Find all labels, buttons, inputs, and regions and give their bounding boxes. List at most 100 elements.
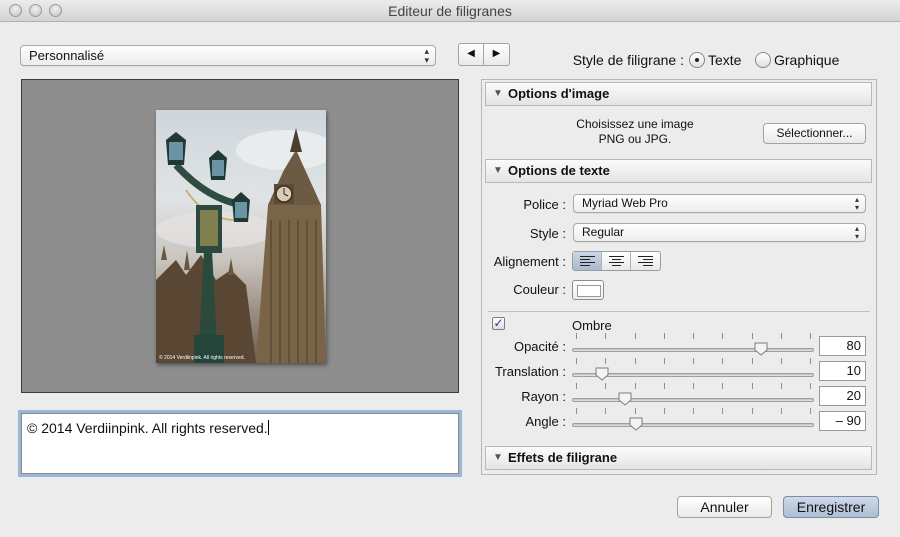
watermark-text-input[interactable]: © 2014 Verdiinpink. All rights reserved.	[21, 413, 459, 474]
style-text-label[interactable]: Texte	[708, 52, 741, 68]
slider-tick	[780, 383, 782, 389]
slider-tick	[634, 408, 636, 414]
watermark-text-value: © 2014 Verdiinpink. All rights reserved.	[27, 420, 268, 436]
watermark-effects-header[interactable]: ▼ Effets de filigrane	[485, 446, 872, 470]
text-caret	[267, 420, 269, 435]
angle-slider[interactable]	[572, 408, 814, 431]
alignment-segmented-control	[572, 251, 661, 271]
slider-thumb[interactable]	[595, 367, 609, 381]
slider-thumb[interactable]	[754, 342, 768, 356]
slider-tick	[605, 358, 607, 364]
radius-field[interactable]: 20	[819, 386, 866, 406]
arrow-left-icon: ◀	[467, 48, 475, 59]
radius-slider[interactable]	[572, 383, 814, 406]
popup-arrows-icon: ▴ ▾	[854, 224, 859, 241]
watermark-preview: © 2014 Verdiinpink. All rights reserved.	[21, 79, 459, 393]
style-popup[interactable]: Regular ▴ ▾	[573, 223, 866, 242]
select-image-button[interactable]: Sélectionner...	[763, 123, 866, 144]
align-center-button[interactable]	[602, 252, 631, 270]
image-hint-line2: PNG ou JPG.	[598, 132, 672, 146]
font-label: Police :	[523, 197, 566, 212]
text-options-title: Options de texte	[508, 163, 610, 178]
slider-tick	[576, 358, 577, 364]
radius-label: Rayon :	[521, 389, 566, 404]
slider-tick	[810, 383, 811, 389]
slider-tick	[722, 408, 724, 414]
slider-tick	[722, 333, 724, 339]
image-hint-line1: Choisissez une image	[576, 117, 694, 131]
slider-tick	[576, 408, 577, 414]
offset-field[interactable]: 10	[819, 361, 866, 381]
arrow-right-icon: ▶	[492, 48, 501, 59]
watermark-effects-title: Effets de filigrane	[508, 450, 618, 465]
opacity-field[interactable]: 80	[819, 336, 866, 356]
big-ben-photo-illustration	[156, 128, 326, 363]
checkmark-icon: ✓	[493, 316, 504, 330]
align-left-icon	[580, 256, 595, 268]
slider-tick	[751, 383, 753, 389]
preset-popup[interactable]: Personnalisé ▴ ▾	[20, 45, 436, 66]
style-text-radio[interactable]	[689, 52, 705, 68]
slider-tick	[693, 333, 694, 339]
title-bar: Editeur de filigranes	[0, 0, 900, 22]
slider-tick	[722, 383, 724, 389]
align-right-button[interactable]	[631, 252, 660, 270]
align-center-icon	[609, 256, 624, 268]
align-right-icon	[638, 256, 653, 268]
shadow-label: Ombre	[572, 318, 612, 333]
slider-tick	[810, 408, 811, 414]
style-graphic-radio[interactable]	[755, 52, 771, 68]
opacity-label: Opacité :	[513, 339, 566, 354]
slider-tick	[634, 383, 636, 389]
slider-tick	[810, 358, 811, 364]
text-options-header[interactable]: ▼ Options de texte	[485, 159, 872, 183]
previous-image-button[interactable]: ◀	[458, 43, 484, 66]
slider-tick	[663, 358, 665, 364]
style-popup-value: Regular	[582, 225, 625, 239]
image-options-title: Options d'image	[508, 86, 610, 101]
slider-tick	[605, 383, 607, 389]
slider-thumb[interactable]	[618, 392, 632, 406]
slider-tick	[634, 358, 636, 364]
next-image-button[interactable]: ▶	[484, 43, 510, 66]
slider-tick	[605, 333, 607, 339]
slider-tick	[576, 383, 577, 389]
font-popup[interactable]: Myriad Web Pro ▴ ▾	[573, 194, 866, 213]
disclosure-triangle-icon: ▼	[493, 165, 503, 176]
slider-track	[572, 398, 814, 402]
slider-tick	[780, 333, 782, 339]
slider-tick	[663, 333, 665, 339]
slider-tick	[663, 383, 665, 389]
angle-field[interactable]: – 90	[819, 411, 866, 431]
shadow-checkbox[interactable]: ✓	[492, 317, 505, 330]
save-button[interactable]: Enregistrer	[783, 496, 879, 518]
window-title: Editeur de filigranes	[388, 3, 512, 19]
style-label: Style :	[529, 226, 566, 241]
preset-popup-value: Personnalisé	[29, 48, 105, 63]
disclosure-triangle-icon: ▼	[493, 452, 503, 463]
text-color-swatch[interactable]	[572, 280, 604, 300]
align-left-button[interactable]	[573, 252, 602, 270]
watermark-editor-window: Editeur de filigranes Personnalisé ▴ ▾ ◀ …	[0, 0, 900, 537]
slider-thumb[interactable]	[629, 417, 643, 431]
slider-tick	[751, 358, 753, 364]
cancel-button[interactable]: Annuler	[677, 496, 772, 518]
preview-watermark-text: © 2014 Verdiinpink. All rights reserved.	[159, 355, 245, 361]
font-popup-value: Myriad Web Pro	[582, 196, 668, 210]
color-label: Couleur :	[513, 282, 566, 297]
slider-tick	[605, 408, 607, 414]
popup-arrows-icon: ▴ ▾	[854, 195, 859, 212]
section-divider	[488, 311, 870, 312]
slider-tick	[751, 408, 753, 414]
opacity-slider[interactable]	[572, 333, 814, 356]
image-options-header[interactable]: ▼ Options d'image	[485, 82, 872, 106]
slider-tick	[751, 333, 753, 339]
watermark-style-label: Style de filigrane :	[572, 52, 684, 68]
disclosure-triangle-icon: ▼	[493, 88, 503, 99]
angle-label: Angle :	[525, 414, 566, 429]
slider-tick	[576, 333, 577, 339]
slider-tick	[693, 358, 694, 364]
offset-slider[interactable]	[572, 358, 814, 381]
style-graphic-label[interactable]: Graphique	[774, 52, 839, 68]
slider-tick	[693, 383, 694, 389]
